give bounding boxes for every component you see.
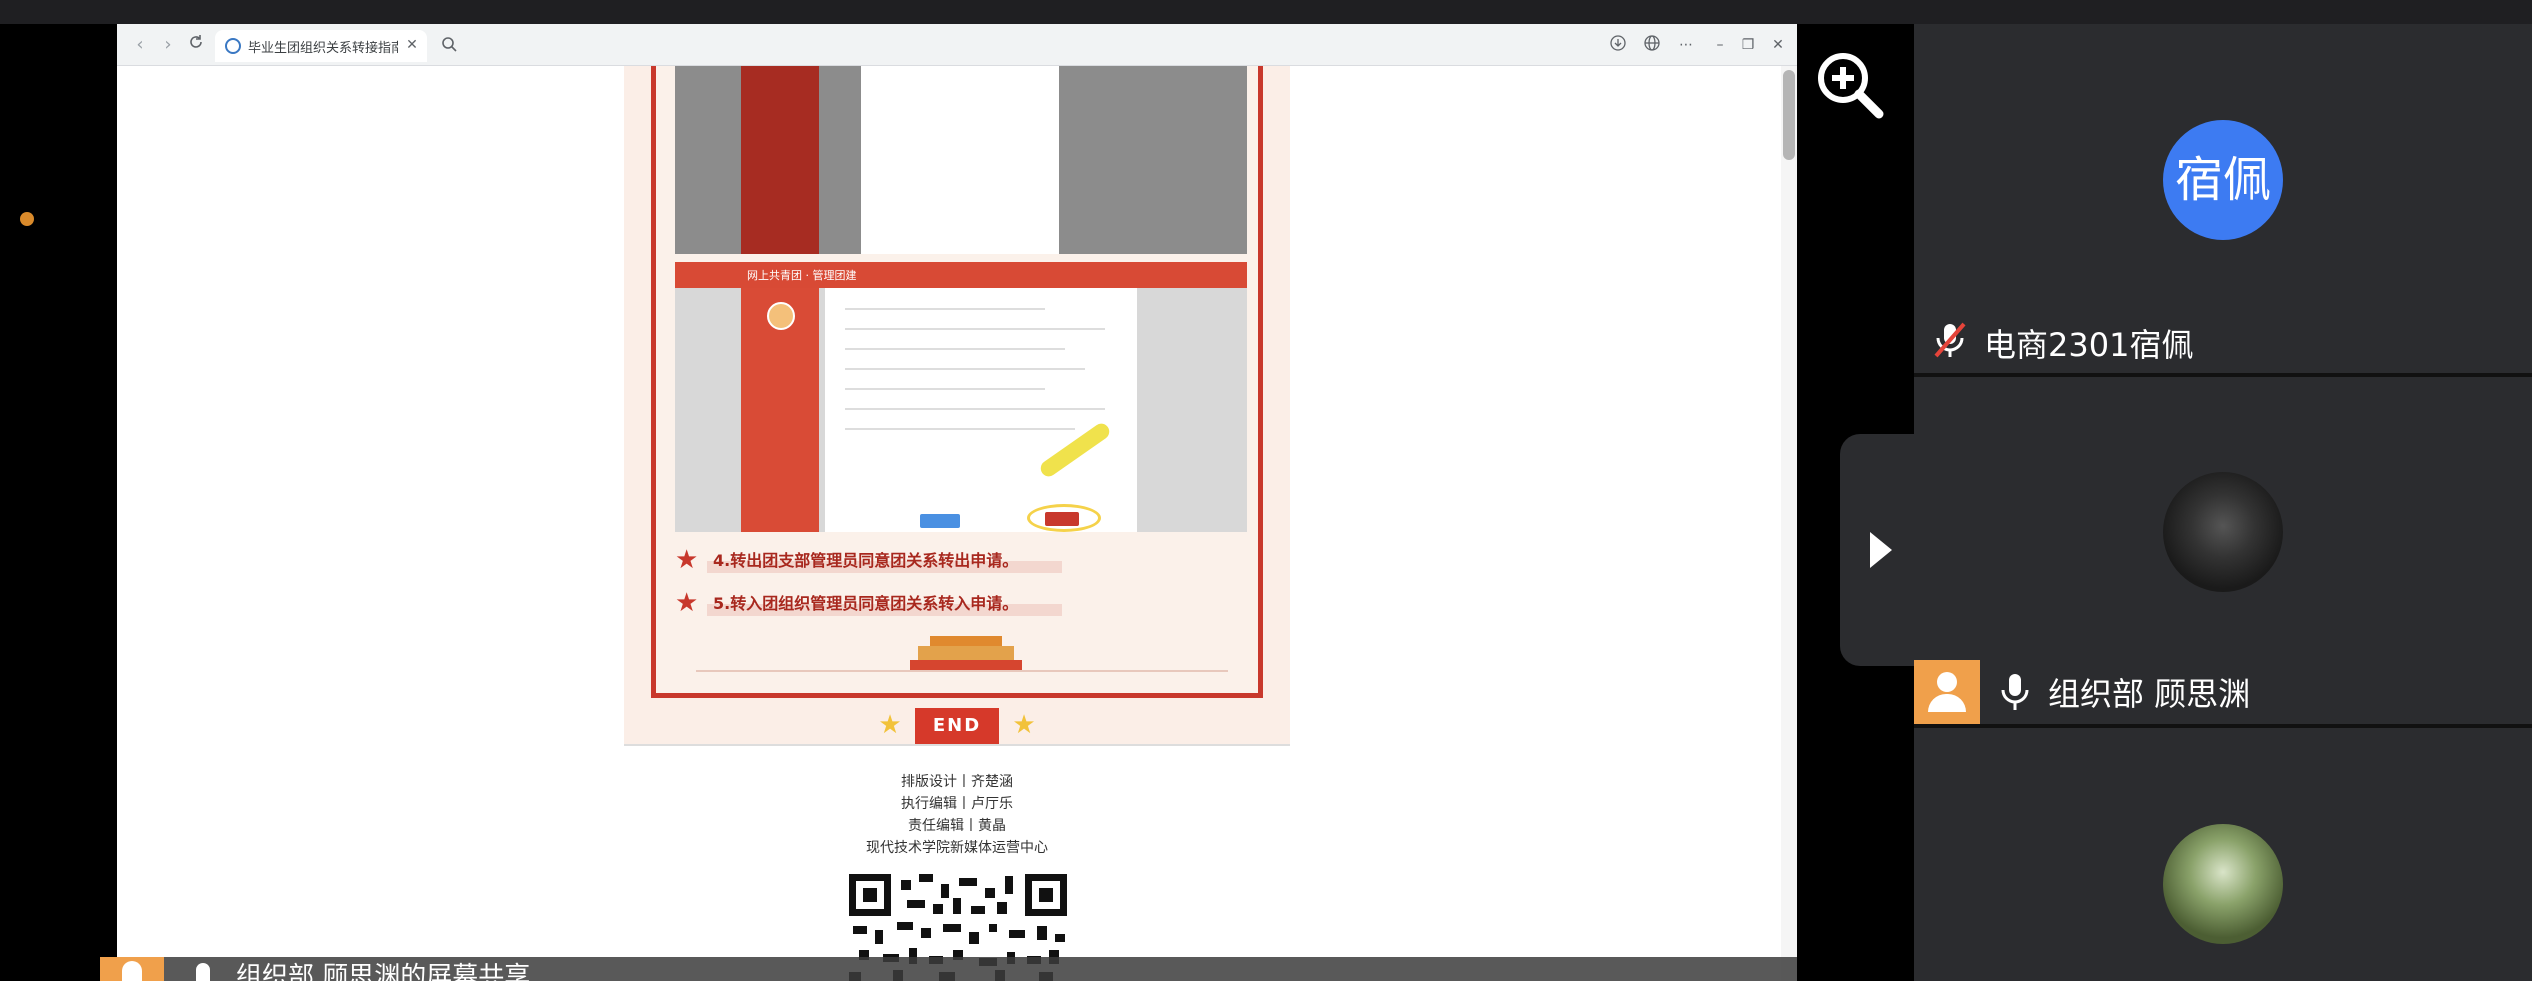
page-content: 网上共青团 · 管理团建 ★ 4.转出团支部管理员同意团关系转出申请。 ★ 5.… xyxy=(117,66,1797,981)
star-icon: ★ xyxy=(878,710,902,740)
step-4-text: 4.转出团支部管理员同意团关系转出申请。 xyxy=(713,551,1019,570)
browser-tab[interactable]: 毕业生团组织关系转接指南 ✕ xyxy=(215,30,427,62)
minimize-icon[interactable]: – xyxy=(1709,34,1731,56)
credit-center: 现代技术学院新媒体运营中心 xyxy=(866,840,1048,856)
shared-browser-window: ‹ › 毕业生团组织关系转接指南 ✕ ⋯ – ❐ ✕ 网上共青团 · 管理团建 … xyxy=(117,24,1797,981)
guide-screenshot-select-org xyxy=(675,66,1247,254)
collapse-arrow-icon xyxy=(1870,532,1892,568)
step-4: ★ 4.转出团支部管理员同意团关系转出申请。 xyxy=(675,545,1215,577)
zoom-in-icon[interactable] xyxy=(1815,50,1885,120)
screenshot-header: 网上共青团 · 管理团建 xyxy=(675,262,1247,288)
star-icon: ★ xyxy=(675,545,699,575)
step-5: ★ 5.转入团组织管理员同意团关系转入申请。 xyxy=(675,588,1215,620)
screenshot-modal xyxy=(861,66,1059,254)
article-frame: 网上共青团 · 管理团建 ★ 4.转出团支部管理员同意团关系转出申请。 ★ 5.… xyxy=(651,66,1263,698)
star-icon: ★ xyxy=(1012,710,1036,740)
star-icon: ★ xyxy=(675,588,699,618)
mic-muted-icon xyxy=(1932,320,1968,360)
step-5-text: 5.转入团组织管理员同意团关系转入申请。 xyxy=(713,594,1019,613)
screenshot-form xyxy=(825,288,1137,532)
highlight-ring xyxy=(1027,504,1101,532)
screen-share-bar: 组织部 顾思渊的屏幕共享 xyxy=(100,957,1797,981)
screenshot-avatar xyxy=(767,302,795,330)
search-icon[interactable] xyxy=(439,34,461,56)
screenshot-ok-button xyxy=(920,514,960,528)
participant-tile[interactable]: 宿佩 电商2301宿佩 xyxy=(1914,24,2532,373)
avatar: 宿佩 xyxy=(2163,120,2283,240)
participant-panel: 宿佩 电商2301宿佩 组织部 顾思渊 xyxy=(1914,24,2532,981)
zoom-panel xyxy=(1797,24,1914,157)
refresh-icon[interactable] xyxy=(185,34,207,56)
participant-name: 组织部 顾思渊 xyxy=(2048,675,2251,713)
window-close-icon[interactable]: ✕ xyxy=(1767,34,1789,56)
close-icon[interactable]: ✕ xyxy=(403,36,421,54)
screen-share-label: 组织部 顾思渊的屏幕共享 xyxy=(236,962,531,981)
user-icon xyxy=(100,957,164,981)
credit-editor: 执行编辑丨卢厅乐 xyxy=(901,796,1013,812)
screenshot-header-text: 网上共青团 · 管理团建 xyxy=(747,269,857,282)
screenshot-sidebar xyxy=(741,66,819,254)
tab-title: 毕业生团组织关系转接指南 xyxy=(248,41,398,56)
mic-icon xyxy=(2000,672,2030,712)
restore-icon[interactable]: ❐ xyxy=(1737,34,1759,56)
status-dot xyxy=(20,212,34,226)
credit-chief-editor: 责任编辑丨黄晶 xyxy=(908,818,1006,834)
download-icon[interactable] xyxy=(1607,34,1629,56)
scrollbar-thumb[interactable] xyxy=(1783,70,1795,160)
browser-tabbar: ‹ › 毕业生团组织关系转接指南 ✕ ⋯ – ❐ ✕ xyxy=(117,24,1797,66)
forward-icon[interactable]: › xyxy=(157,34,179,56)
user-icon xyxy=(1914,660,1980,724)
tiananmen-illustration xyxy=(910,636,1022,672)
favicon-icon xyxy=(225,38,241,54)
translate-icon[interactable] xyxy=(1641,34,1663,56)
end-label: END xyxy=(915,708,999,744)
page-scrollbar[interactable] xyxy=(1781,66,1797,981)
article: 网上共青团 · 管理团建 ★ 4.转出团支部管理员同意团关系转出申请。 ★ 5.… xyxy=(624,66,1290,746)
participant-name: 电商2301宿佩 xyxy=(1984,326,2194,364)
guide-screenshot-form: 网上共青团 · 管理团建 xyxy=(675,262,1247,532)
more-icon[interactable]: ⋯ xyxy=(1675,34,1697,56)
collapse-panel-button[interactable] xyxy=(1840,434,1914,666)
avatar xyxy=(2163,472,2283,592)
back-icon[interactable]: ‹ xyxy=(129,34,151,56)
credit-layout: 排版设计丨齐楚涵 xyxy=(901,774,1013,790)
mic-icon xyxy=(196,963,210,981)
avatar xyxy=(2163,824,2283,944)
meeting-window: ‹ › 毕业生团组织关系转接指南 ✕ ⋯ – ❐ ✕ 网上共青团 · 管理团建 … xyxy=(0,0,2532,981)
top-strip xyxy=(0,0,2532,24)
